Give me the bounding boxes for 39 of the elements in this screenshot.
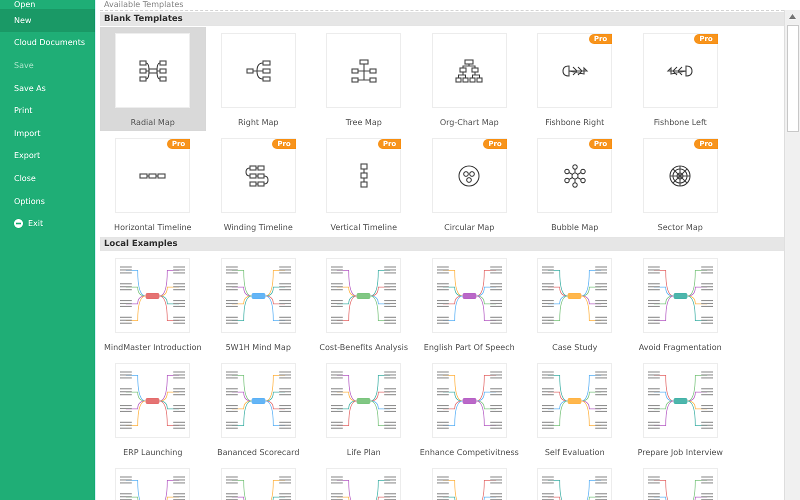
template-name: Horizontal Timeline <box>114 222 192 234</box>
template-name: Life Plan <box>346 447 381 459</box>
template-name: Cost-Benefits Analysis <box>319 342 408 354</box>
page-title: Available Templates <box>103 0 184 10</box>
template-name: Bananced Scorecard <box>217 447 300 459</box>
scroll-up-icon[interactable] <box>789 14 796 19</box>
section-header: Local Examples <box>100 237 784 251</box>
right-map-icon <box>244 58 272 82</box>
template-name: Bubble Map <box>551 222 598 234</box>
template-name: English Part Of Speech <box>424 342 515 354</box>
template-name: Fishbone Left <box>654 117 707 129</box>
template-name: MindMaster Introduction <box>104 342 202 354</box>
scrollbar[interactable] <box>784 10 800 500</box>
template-name: Case Study <box>552 342 598 354</box>
radial-map-icon <box>138 58 167 82</box>
template-name: Avoid Fragmentation <box>638 342 722 354</box>
timeline-icon <box>138 172 167 178</box>
template-name: Circular Map <box>444 222 494 234</box>
org-chart-icon <box>455 58 484 82</box>
section-header: Blank Templates <box>100 12 784 26</box>
tree-map-icon <box>350 58 378 82</box>
template-name: Fishbone Right <box>545 117 604 129</box>
template-name: Enhance Competivitness <box>420 447 519 459</box>
template-name: Radial Map <box>130 117 175 129</box>
timeline-icon <box>360 163 368 188</box>
template-name: Winding Timeline <box>224 222 293 234</box>
exit-icon <box>14 219 23 228</box>
template-tile[interactable]: Radial Map <box>100 27 206 131</box>
template-name: Right Map <box>238 117 278 129</box>
template-name: Prepare Job Interview <box>638 447 723 459</box>
template-name: Tree Map <box>346 117 382 129</box>
template-name: ERP Launching <box>123 447 182 459</box>
template-name: 5W1H Mind Map <box>226 342 291 354</box>
template-name: Self Evaluation <box>544 447 605 459</box>
template-name: Org-Chart Map <box>440 117 499 129</box>
scrollbar-thumb[interactable] <box>786 25 798 132</box>
template-name: Vertical Timeline <box>330 222 397 234</box>
template-name: Sector Map <box>658 222 703 234</box>
sidebar-item[interactable]: New <box>0 9 95 32</box>
